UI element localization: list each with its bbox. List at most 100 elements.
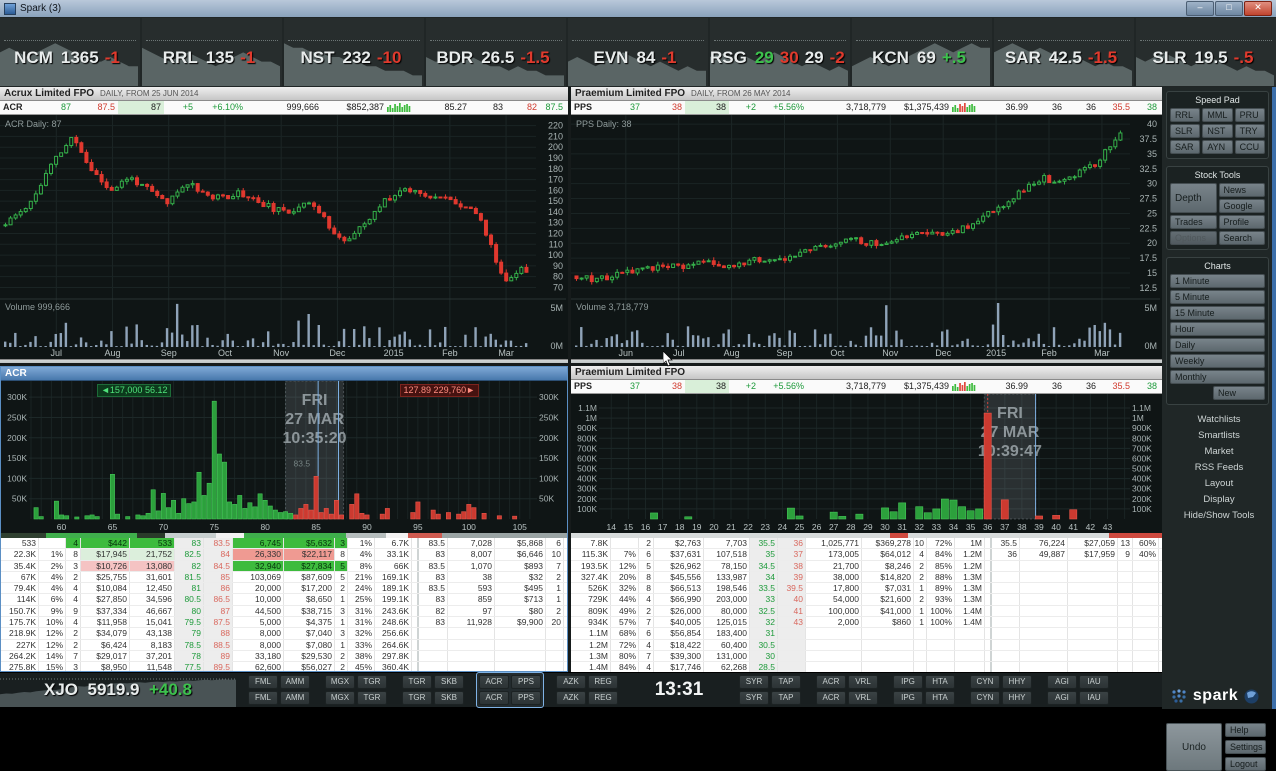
speed-pad-button-slr[interactable]: SLR xyxy=(1170,124,1200,138)
stock-pair-button-syr[interactable]: SYR xyxy=(739,691,769,705)
stock-pair-button-acr[interactable]: ACR xyxy=(479,675,509,689)
stock-pair-button-tgr[interactable]: TGR xyxy=(402,675,432,689)
stock-pair-button-cyn[interactable]: CYN xyxy=(970,675,1000,689)
stock-pair-button-acr[interactable]: ACR xyxy=(816,675,846,689)
maximize-button[interactable]: □ xyxy=(1215,1,1243,16)
stock-pair-button-azk[interactable]: AZK xyxy=(556,675,586,689)
stock-pair-button-acr[interactable]: ACR xyxy=(816,691,846,705)
volume-profile-pps[interactable]: 1.1M1.1M1M1M900K900K800K800K700K700K600K… xyxy=(571,394,1158,533)
depth-row[interactable]: 1.4M84%4$17,74662,26828.5 xyxy=(571,662,1162,672)
stock-tool-button-news[interactable]: News xyxy=(1219,183,1266,197)
panel-titlebar[interactable]: Praemium Limited FPO xyxy=(571,366,1162,380)
stock-pair-button-azk[interactable]: AZK xyxy=(556,691,586,705)
depth-row[interactable]: 193.5K12%5$26,96278,15034.53821,700$8,24… xyxy=(571,561,1162,572)
stock-pair-button-pps[interactable]: PPS xyxy=(511,691,541,705)
speed-pad-button-rrl[interactable]: RRL xyxy=(1170,108,1200,122)
speed-pad-button-mml[interactable]: MML xyxy=(1202,108,1232,122)
depth-row[interactable]: 264.2K14%7$29,01737,201788933,180$29,530… xyxy=(1,651,567,662)
ticker-cell-slr[interactable]: SLR19.5-.5 xyxy=(1136,18,1276,86)
candle-chart-pps[interactable]: JunJulAugSepOctNovDec2015FebMar4037.5353… xyxy=(571,115,1160,359)
stock-pair-button-tgr[interactable]: TGR xyxy=(402,691,432,705)
chart-interval-button-daily[interactable]: Daily xyxy=(1170,338,1265,352)
stock-pair-button-tap[interactable]: TAP xyxy=(771,691,801,705)
depth-row[interactable]: 150.7K9%9$37,33446,667808744,500$38,7153… xyxy=(1,606,567,617)
chart-scroll-strip[interactable] xyxy=(571,359,1162,363)
minimize-button[interactable]: – xyxy=(1186,1,1214,16)
stock-pair-button-ipg[interactable]: IPG xyxy=(893,691,923,705)
ticker-cell-bdr[interactable]: BDR26.5-1.5 xyxy=(426,18,566,86)
ticker-cell-rsg[interactable]: RSG293029-2 xyxy=(710,18,850,86)
window-titlebar[interactable]: Spark (3) – □ ✕ xyxy=(0,0,1276,17)
chart-scroll-strip[interactable] xyxy=(0,359,568,363)
depth-row[interactable]: 934K57%7$40,005125,01532432,000$8601100%… xyxy=(571,617,1162,628)
stock-pair-button-mgx[interactable]: MGX xyxy=(325,675,355,689)
depth-row[interactable]: 79.4K4%4$10,08412,450818620,000$17,20022… xyxy=(1,583,567,594)
stock-pair-button-skb[interactable]: SKB xyxy=(434,675,464,689)
depth-row[interactable]: 218.9K12%2$34,07943,13879888,000$7,04033… xyxy=(1,628,567,639)
stock-pair-button-amm[interactable]: AMM xyxy=(280,675,310,689)
depth-row[interactable]: 227K12%2$6,4248,18378.588.58,000$7,08013… xyxy=(1,640,567,651)
stock-pair-button-skb[interactable]: SKB xyxy=(434,691,464,705)
panel-titlebar[interactable]: Praemium Limited FPO DAILY, FROM 26 MAY … xyxy=(571,87,1162,101)
stock-pair-button-acr[interactable]: ACR xyxy=(479,691,509,705)
candle-chart-acr[interactable]: JulAugSepOctNovDec2015FebMar220210200190… xyxy=(0,115,566,359)
stock-pair-button-fml[interactable]: FML xyxy=(248,691,278,705)
depth-row[interactable]: 327.4K20%8$45,556133,987343938,000$14,82… xyxy=(571,572,1162,583)
sidebar-menu-hide-show-tools[interactable]: Hide/Show Tools xyxy=(1162,508,1276,524)
stock-tool-button-profile[interactable]: Profile xyxy=(1219,215,1266,229)
depth-row[interactable]: 115.3K7%6$37,631107,5183537173,005$64,01… xyxy=(571,549,1162,560)
stock-pair-button-agi[interactable]: AGI xyxy=(1047,691,1077,705)
depth-row[interactable]: 35.4K2%3$10,72613,0808284.532,940$27,834… xyxy=(1,561,567,572)
stock-pair-button-ipg[interactable]: IPG xyxy=(893,675,923,689)
stock-pair-button-syr[interactable]: SYR xyxy=(739,675,769,689)
stock-pair-button-cyn[interactable]: CYN xyxy=(970,691,1000,705)
stock-pair-button-agi[interactable]: AGI xyxy=(1047,675,1077,689)
sidebar-menu-watchlists[interactable]: Watchlists xyxy=(1162,412,1276,428)
chart-interval-button-15-minute[interactable]: 15 Minute xyxy=(1170,306,1265,320)
ticker-cell-evn[interactable]: EVN84-1 xyxy=(568,18,708,86)
stock-pair-button-vrl[interactable]: VRL xyxy=(848,691,878,705)
chart-interval-button-monthly[interactable]: Monthly xyxy=(1170,370,1265,384)
stock-pair-button-hta[interactable]: HTA xyxy=(925,691,955,705)
stock-tool-button-depth[interactable]: Depth xyxy=(1170,183,1217,213)
ticker-cell-ncm[interactable]: NCM1365-1 xyxy=(0,18,140,86)
chart-interval-button-5-minute[interactable]: 5 Minute xyxy=(1170,290,1265,304)
stock-tool-button-search[interactable]: Search xyxy=(1219,231,1266,245)
footer-button-settings[interactable]: Settings xyxy=(1225,740,1266,754)
stock-pair-button-vrl[interactable]: VRL xyxy=(848,675,878,689)
speed-pad-button-ccu[interactable]: CCU xyxy=(1235,140,1265,154)
panel-titlebar-active[interactable]: ACR xyxy=(1,367,567,381)
speed-pad-button-sar[interactable]: SAR xyxy=(1170,140,1200,154)
depth-row[interactable]: 526K32%8$66,513198,54633.539.517,800$7,0… xyxy=(571,583,1162,594)
new-chart-button[interactable]: New xyxy=(1213,386,1265,400)
stock-pair-button-pps[interactable]: PPS xyxy=(511,675,541,689)
footer-button-help[interactable]: Help xyxy=(1225,723,1266,737)
stock-pair-button-amm[interactable]: AMM xyxy=(280,691,310,705)
stock-pair-button-tap[interactable]: TAP xyxy=(771,675,801,689)
index-ticker-xjo[interactable]: XJO 5919.9 +40.8 xyxy=(0,673,236,707)
speed-pad-button-ayn[interactable]: AYN xyxy=(1202,140,1232,154)
speed-pad-button-try[interactable]: TRY xyxy=(1235,124,1265,138)
footer-button-logout[interactable]: Logout xyxy=(1225,757,1266,771)
ticker-cell-kcn[interactable]: KCN69+.5 xyxy=(852,18,992,86)
close-button[interactable]: ✕ xyxy=(1244,1,1272,16)
stock-pair-button-tgr[interactable]: TGR xyxy=(357,691,387,705)
depth-row[interactable]: 22.3K1%8$17,94521,75282.58426,330$22,117… xyxy=(1,549,567,560)
depth-row[interactable]: 275.8K15%3$8,95011,54877.589.562,600$56,… xyxy=(1,662,567,672)
sidebar-menu-display[interactable]: Display xyxy=(1162,492,1276,508)
ticker-cell-sar[interactable]: SAR42.5-1.5 xyxy=(994,18,1134,86)
chart-interval-button-weekly[interactable]: Weekly xyxy=(1170,354,1265,368)
depth-row[interactable]: 7.8K2$2,7637,70335.5361,025,771$369,2781… xyxy=(571,538,1162,549)
depth-row[interactable]: 175.7K10%4$11,95815,04179.587.55,000$4,3… xyxy=(1,617,567,628)
depth-row[interactable]: 5334$4425338383.56,745$5,63231%6.7K83.57… xyxy=(1,538,567,549)
chart-interval-button-hour[interactable]: Hour xyxy=(1170,322,1265,336)
stock-pair-button-reg[interactable]: REG xyxy=(588,691,618,705)
depth-row[interactable]: 114K6%4$27,85034,59680.586.510,000$8,650… xyxy=(1,594,567,605)
stock-pair-button-iau[interactable]: IAU xyxy=(1079,691,1109,705)
stock-pair-button-mgx[interactable]: MGX xyxy=(325,691,355,705)
stock-pair-button-iau[interactable]: IAU xyxy=(1079,675,1109,689)
undo-button[interactable]: Undo xyxy=(1166,723,1222,771)
sidebar-menu-layout[interactable]: Layout xyxy=(1162,476,1276,492)
sidebar-menu-rss-feeds[interactable]: RSS Feeds xyxy=(1162,460,1276,476)
volume-profile-acr[interactable]: 300K300K250K250K200K200K150K150K100K100K… xyxy=(1,381,565,533)
